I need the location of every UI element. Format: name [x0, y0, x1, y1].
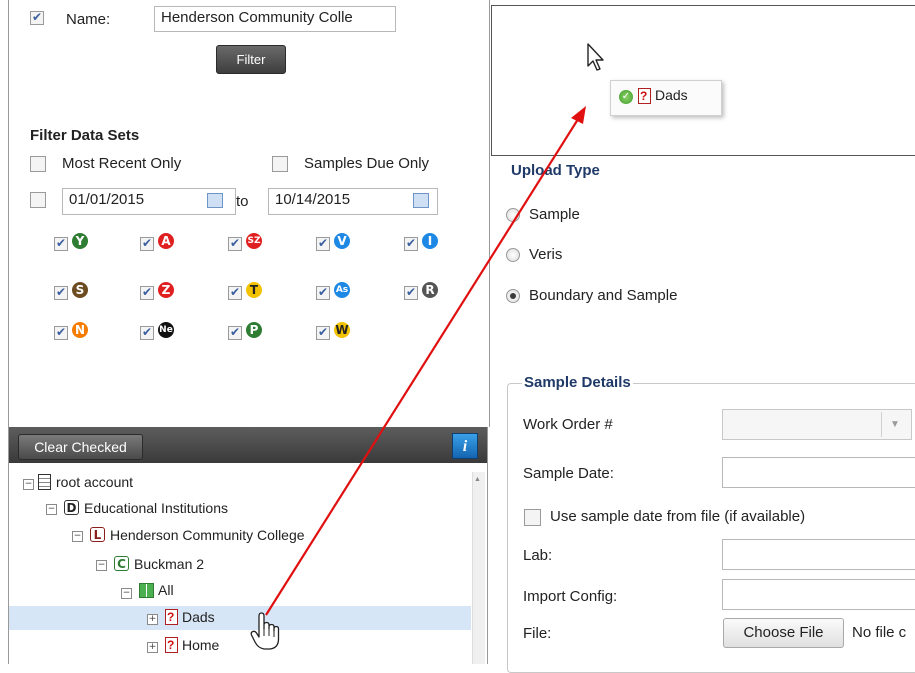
badge-icon: W — [334, 322, 350, 338]
radio-boundary-and-sample[interactable] — [506, 289, 520, 303]
use-sample-date-label: Use sample date from file (if available) — [550, 508, 806, 525]
badge-icon: I — [422, 233, 438, 249]
badge-icon: A — [158, 233, 174, 249]
badge-checkbox[interactable] — [316, 285, 330, 300]
use-sample-date-checkbox[interactable] — [524, 509, 541, 526]
expander-icon[interactable]: − — [96, 560, 107, 571]
badge-checkbox[interactable] — [228, 325, 242, 340]
expander-icon[interactable]: − — [121, 588, 132, 599]
tree-scroll-up[interactable]: ▲ — [474, 476, 482, 484]
badge-checkbox[interactable] — [140, 325, 154, 340]
file-label: File: — [523, 625, 552, 642]
document-icon — [38, 474, 51, 490]
filter-button[interactable]: Filter — [216, 45, 286, 74]
badge-icon: Ne — [158, 322, 174, 338]
calendar-icon[interactable] — [413, 193, 429, 208]
radio-sample[interactable] — [506, 208, 520, 222]
hand-cursor-icon — [250, 612, 280, 650]
drag-ghost-label: Dads — [655, 87, 688, 103]
report-icon — [165, 637, 178, 653]
most-recent-checkbox[interactable] — [30, 156, 46, 172]
badge-icon: SZ — [246, 233, 262, 249]
calendar-icon[interactable] — [207, 193, 223, 208]
badge-icon: Z — [158, 282, 174, 298]
badge-icon: T — [246, 282, 262, 298]
upload-type-title: Upload Type — [511, 162, 600, 179]
badge-icon: Y — [72, 233, 88, 249]
samples-due-label: Samples Due Only — [304, 155, 430, 172]
badge-checkbox[interactable] — [140, 236, 154, 251]
badge-icon: S — [72, 282, 88, 298]
badge-checkbox[interactable] — [54, 236, 68, 251]
expander-icon[interactable]: − — [72, 531, 83, 542]
radio-boundary-and-sample-label: Boundary and Sample — [529, 287, 678, 304]
grid-icon — [139, 583, 154, 598]
expander-icon[interactable]: − — [46, 504, 57, 515]
choose-file-button[interactable]: Choose File — [723, 618, 844, 648]
sample-date-label: Sample Date: — [523, 465, 614, 482]
radio-sample-label: Sample — [529, 206, 580, 223]
samples-due-checkbox[interactable] — [272, 156, 288, 172]
badge-icon: V — [334, 233, 350, 249]
badge-checkbox[interactable] — [54, 325, 68, 340]
badge-checkbox[interactable] — [316, 236, 330, 251]
success-check-icon: ✓ — [619, 90, 633, 104]
lab-label: Lab: — [523, 547, 553, 564]
tree-item-all[interactable]: All — [158, 582, 174, 598]
tree-item-root-account[interactable]: root account — [56, 474, 133, 490]
client-icon: C — [114, 556, 129, 571]
clear-checked-button[interactable]: Clear Checked — [18, 434, 143, 460]
badge-checkbox[interactable] — [316, 325, 330, 340]
import-config-input[interactable] — [722, 579, 915, 610]
no-file-label: No file c — [852, 624, 907, 641]
badge-icon: N — [72, 322, 88, 338]
badge-icon: P — [246, 322, 262, 338]
work-order-label: Work Order # — [523, 416, 613, 433]
mouse-pointer-icon — [587, 43, 604, 71]
tree-row-selected — [9, 606, 471, 630]
chevron-down-icon[interactable]: ▼ — [881, 412, 908, 437]
filter-data-sets-title: Filter Data Sets — [30, 127, 140, 144]
badge-icon: As — [334, 282, 350, 298]
badge-checkbox[interactable] — [404, 236, 418, 251]
import-config-label: Import Config: — [523, 588, 618, 605]
sample-date-input[interactable] — [722, 457, 915, 488]
lab-input[interactable] — [722, 539, 915, 570]
tree-item-henderson-community-college[interactable]: Henderson Community College — [110, 527, 305, 543]
tree-scrollbar[interactable] — [472, 472, 485, 664]
badge-checkbox[interactable] — [228, 236, 242, 251]
tree-item-dads[interactable]: Dads — [182, 609, 215, 625]
expander-icon[interactable]: − — [23, 479, 34, 490]
date-to-word: to — [236, 193, 249, 210]
info-icon[interactable]: i — [452, 433, 478, 459]
tree-item-home[interactable]: Home — [182, 637, 219, 653]
tree-item-buckman-2[interactable]: Buckman 2 — [134, 556, 204, 572]
radio-veris-label: Veris — [529, 246, 563, 263]
report-icon — [638, 88, 651, 104]
sample-details-legend: Sample Details — [522, 374, 633, 391]
name-label: Name: — [66, 11, 111, 28]
tree-item-educational-institutions[interactable]: Educational Institutions — [84, 500, 228, 516]
name-checkbox[interactable] — [30, 10, 44, 25]
badge-checkbox[interactable] — [228, 285, 242, 300]
badge-checkbox[interactable] — [140, 285, 154, 300]
radio-veris[interactable] — [506, 248, 520, 262]
badge-checkbox[interactable] — [54, 285, 68, 300]
tree-panel — [8, 463, 488, 664]
most-recent-label: Most Recent Only — [62, 155, 182, 172]
location-icon: L — [90, 527, 105, 542]
badge-icon: R — [422, 282, 438, 298]
district-icon: D — [64, 500, 79, 515]
expander-icon[interactable]: + — [147, 642, 158, 653]
name-input[interactable]: Henderson Community Colle — [154, 6, 396, 32]
date-range-checkbox[interactable] — [30, 192, 46, 208]
report-icon — [165, 609, 178, 625]
expander-icon[interactable]: + — [147, 614, 158, 625]
badge-checkbox[interactable] — [404, 285, 418, 300]
